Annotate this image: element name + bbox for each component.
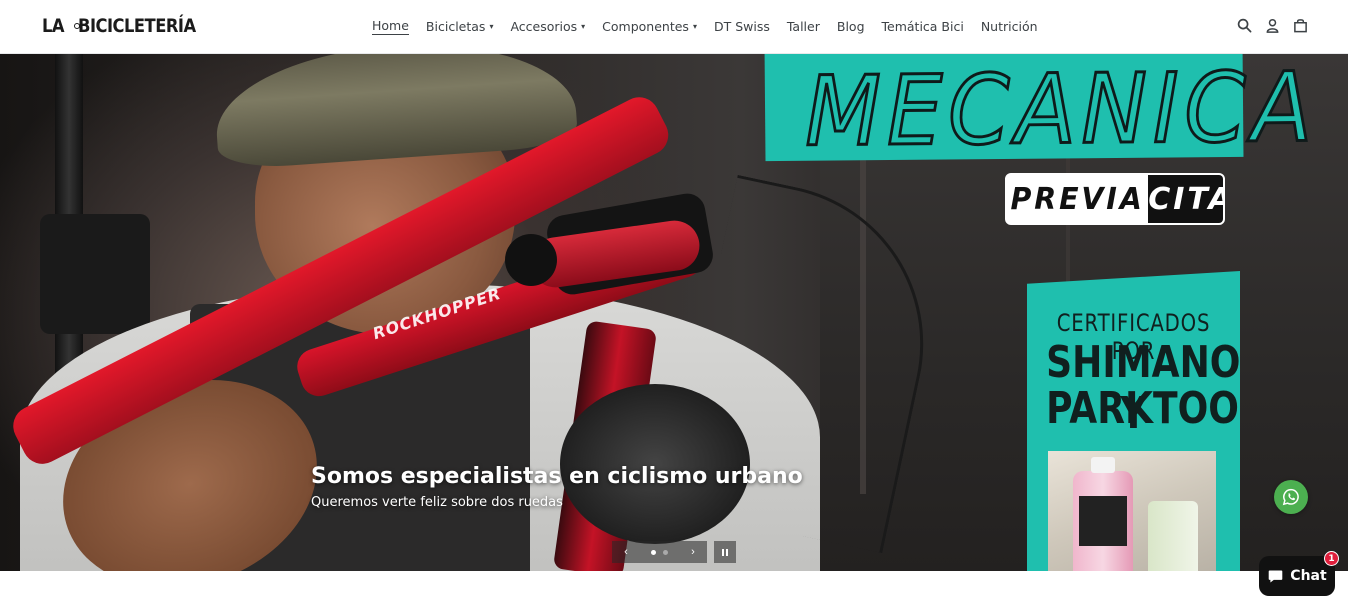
site-header: LA BICICLETERÍA Home Bicicletas ▾ Acceso… <box>0 0 1348 54</box>
nav-item-label: DT Swiss <box>713 18 770 34</box>
chat-label: Chat <box>1290 568 1327 584</box>
header-actions <box>1236 17 1308 33</box>
product-label <box>1079 496 1127 546</box>
poster-line-3: PARKTOOL <box>1046 383 1262 434</box>
cart-icon[interactable] <box>1292 17 1308 33</box>
logo-text-right: BICICLETERÍA <box>77 15 196 37</box>
nav-item-label: Componentes <box>602 18 689 34</box>
nav-item-label: Taller <box>786 18 820 34</box>
search-icon[interactable] <box>1236 17 1252 33</box>
product-photo <box>1048 451 1216 571</box>
chat-unread-badge: 1 <box>1324 551 1339 566</box>
nav-item-tematica-bici[interactable]: Temática Bici <box>882 19 964 34</box>
nav-item-label: Bicicletas <box>425 18 486 34</box>
hero-slideshow: ROCKHOPPER MECANICA PREVIA CITA CERTIFIC… <box>0 54 1348 571</box>
nav-item-home[interactable]: Home <box>372 18 409 35</box>
account-icon[interactable] <box>1264 17 1280 33</box>
badge-cita-text: CITA <box>1148 175 1223 223</box>
hero-title: Somos especialistas en ciclismo urbano <box>311 464 803 489</box>
chevron-down-icon: ▾ <box>581 21 586 31</box>
chevron-left-icon[interactable]: ‹ <box>620 546 632 558</box>
chevron-down-icon: ▾ <box>692 21 697 31</box>
nav-item-label: Accesorios <box>510 18 578 34</box>
slideshow-nav: ‹ › <box>612 541 707 563</box>
previa-cita-badge: PREVIA CITA <box>1005 173 1225 225</box>
poster-mecanica: MECANICA <box>764 54 1319 169</box>
nav-item-label: Temática Bici <box>881 18 964 34</box>
site-logo[interactable]: LA BICICLETERÍA <box>42 12 214 40</box>
main-navigation: Home Bicicletas ▾ Accesorios ▾ Component… <box>372 16 1055 36</box>
chevron-down-icon: ▾ <box>489 21 494 31</box>
slideshow-controls: ‹ › <box>612 541 736 563</box>
chat-bubble-icon <box>1268 570 1283 582</box>
nav-item-componentes[interactable]: Componentes ▾ <box>602 19 697 34</box>
nav-item-bicicletas[interactable]: Bicicletas ▾ <box>426 19 494 34</box>
repair-stand-clamp <box>40 214 150 334</box>
nav-item-taller[interactable]: Taller <box>787 19 820 34</box>
poster-mecanica-text: MECANICA <box>803 54 1319 169</box>
chevron-right-icon[interactable]: › <box>687 546 699 558</box>
slideshow-dots <box>651 549 668 555</box>
nav-item-blog[interactable]: Blog <box>837 19 865 34</box>
nav-item-accesorios[interactable]: Accesorios ▾ <box>510 19 585 34</box>
nav-item-label: Nutrición <box>980 18 1038 34</box>
nav-item-dt-swiss[interactable]: DT Swiss <box>714 19 770 34</box>
chat-button[interactable]: Chat <box>1259 556 1335 596</box>
hero-caption: Somos especialistas en ciclismo urbano Q… <box>311 464 803 510</box>
nav-item-nutricion[interactable]: Nutrición <box>981 19 1038 34</box>
slide-dot-1[interactable] <box>651 549 656 555</box>
product-bottle-2 <box>1148 501 1198 571</box>
bike-bar-end <box>505 234 557 286</box>
nav-item-label: Home <box>372 17 409 35</box>
whatsapp-icon[interactable] <box>1274 480 1308 514</box>
badge-previa-text: PREVIA <box>1010 175 1145 223</box>
nav-item-label: Blog <box>836 18 865 34</box>
pause-icon[interactable] <box>714 541 736 563</box>
slide-dot-2[interactable] <box>663 549 668 555</box>
hero-subtitle: Queremos verte feliz sobre dos ruedas <box>311 495 563 510</box>
logo-text-left: LA <box>42 15 65 37</box>
